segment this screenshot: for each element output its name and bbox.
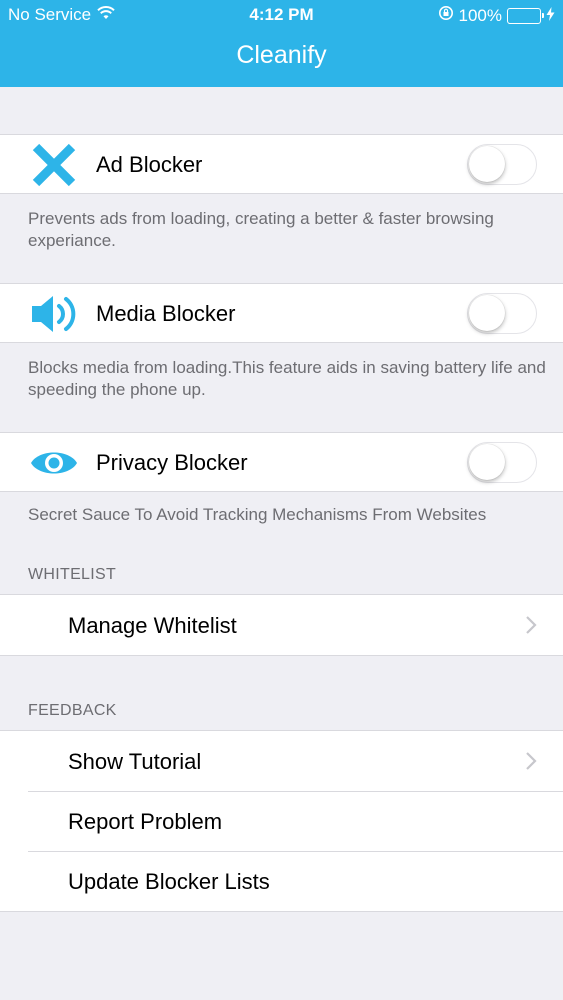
media-blocker-toggle[interactable] (467, 293, 537, 334)
feedback-header: FEEDBACK (28, 702, 117, 719)
toggle-knob (469, 295, 505, 331)
media-blocker-row: Media Blocker (0, 283, 563, 343)
page-title: Cleanify (236, 41, 327, 69)
x-icon (28, 143, 80, 187)
privacy-blocker-label: Privacy Blocker (96, 450, 248, 475)
ad-blocker-row: Ad Blocker (0, 134, 563, 194)
ad-blocker-description: Prevents ads from loading, creating a be… (28, 209, 494, 250)
update-blocker-lists-cell[interactable]: Update Blocker Lists (0, 851, 563, 911)
report-problem-cell[interactable]: Report Problem (0, 791, 563, 851)
privacy-blocker-row: Privacy Blocker (0, 432, 563, 492)
media-blocker-label: Media Blocker (96, 301, 236, 326)
whitelist-group: Manage Whitelist (0, 594, 563, 656)
manage-whitelist-label: Manage Whitelist (68, 613, 237, 638)
ad-blocker-label: Ad Blocker (96, 152, 203, 177)
privacy-blocker-description: Secret Sauce To Avoid Tracking Mechanism… (28, 505, 487, 524)
status-bar: No Service 4:12 PM 100% (0, 0, 563, 30)
whitelist-header: WHITELIST (28, 566, 117, 583)
update-blocker-lists-label: Update Blocker Lists (68, 869, 270, 894)
report-problem-label: Report Problem (68, 809, 223, 834)
eye-icon (28, 441, 80, 485)
privacy-blocker-toggle[interactable] (467, 442, 537, 483)
manage-whitelist-cell[interactable]: Manage Whitelist (0, 595, 563, 655)
battery-icon (507, 7, 544, 24)
orientation-lock-icon (438, 5, 454, 26)
show-tutorial-label: Show Tutorial (68, 749, 202, 774)
toggle-knob (469, 146, 505, 182)
chevron-right-icon (525, 751, 537, 776)
charging-bolt-icon (546, 6, 555, 26)
chevron-right-icon (525, 615, 537, 640)
media-blocker-description: Blocks media from loading.This feature a… (28, 358, 546, 399)
navigation-bar: No Service 4:12 PM 100% Cleanify (0, 0, 563, 87)
battery-percent: 100% (458, 5, 502, 25)
speaker-icon (28, 292, 80, 336)
status-right: 100% (438, 5, 555, 26)
ad-blocker-toggle[interactable] (467, 144, 537, 185)
feedback-group: Show Tutorial Report Problem Update Bloc… (0, 730, 563, 912)
toggle-knob (469, 444, 505, 480)
show-tutorial-cell[interactable]: Show Tutorial (0, 731, 563, 791)
